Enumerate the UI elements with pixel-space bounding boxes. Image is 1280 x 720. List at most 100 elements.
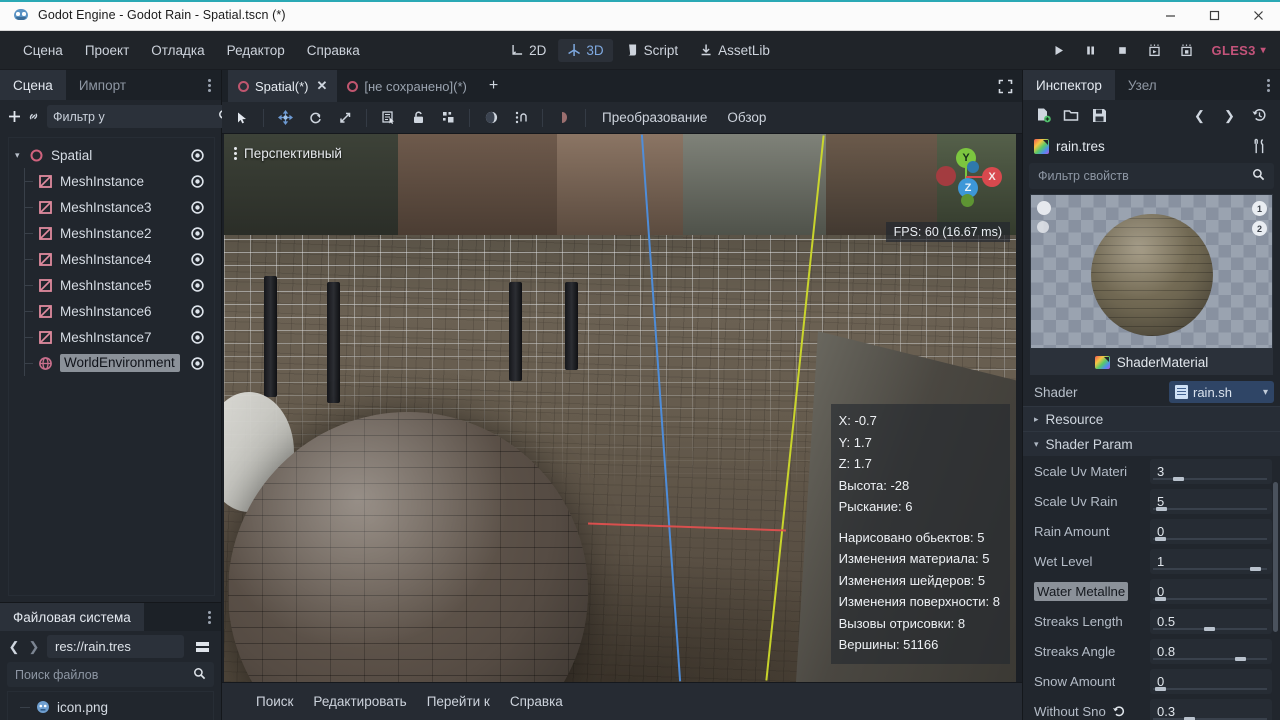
eye-icon[interactable] — [189, 147, 205, 163]
plus-icon[interactable] — [7, 105, 22, 129]
chevron-down-icon[interactable]: ▾ — [15, 150, 28, 161]
link-icon[interactable] — [26, 105, 41, 129]
scale-mode-icon[interactable] — [331, 105, 359, 131]
tree-node-worldenvironment[interactable]: WorldEnvironment — [9, 350, 214, 376]
filesystem-search-field[interactable] — [15, 667, 189, 682]
tree-node-meshinstance7[interactable]: MeshInstance7 — [9, 324, 214, 350]
section-shader-param[interactable]: ▾ Shader Param — [1023, 431, 1280, 456]
param-slider-field[interactable]: 0.3 — [1150, 698, 1272, 720]
chevron-right-icon[interactable]: ❯ — [27, 635, 41, 659]
play-icon[interactable] — [1044, 37, 1074, 63]
maximize-icon[interactable] — [1192, 0, 1236, 30]
param-slider-handle[interactable] — [1155, 686, 1167, 691]
filesystem-path[interactable]: res://rain.tres — [47, 635, 184, 658]
viewport-axis-gizmo[interactable]: Y X Z — [930, 142, 1002, 214]
param-slider-handle[interactable] — [1156, 506, 1168, 511]
rotate-mode-icon[interactable] — [301, 105, 329, 131]
param-slider-handle[interactable] — [1234, 656, 1246, 661]
mode-2d-button[interactable]: 2D — [501, 39, 555, 62]
pause-icon[interactable] — [1076, 37, 1106, 63]
mode-assetlib-button[interactable]: AssetLib — [690, 39, 779, 62]
section-resource[interactable]: ▸ Resource — [1023, 406, 1280, 431]
menu-editor[interactable]: Редактор — [216, 39, 296, 62]
param-slider-field[interactable]: 0 — [1150, 578, 1272, 604]
menu-scene[interactable]: Сцена — [12, 39, 74, 62]
minimize-icon[interactable] — [1148, 0, 1192, 30]
eye-icon[interactable] — [189, 173, 205, 189]
play-scene-icon[interactable] — [1140, 37, 1170, 63]
scene-tab-spatial[interactable]: Spatial(*) ✕ — [228, 70, 338, 102]
param-slider-field[interactable]: 5 — [1150, 488, 1272, 514]
tree-node-meshinstance4[interactable]: MeshInstance4 — [9, 246, 214, 272]
tree-node-spatial[interactable]: ▾ Spatial — [9, 142, 214, 168]
shader-value-picker[interactable]: rain.sh ▾ — [1169, 381, 1274, 403]
gizmo-axis-neg-x-handle[interactable] — [936, 166, 956, 186]
eye-icon[interactable] — [189, 225, 205, 241]
gizmo-axis-x-handle[interactable]: X — [982, 167, 1002, 187]
eye-icon[interactable] — [189, 251, 205, 267]
expand-icon[interactable] — [988, 70, 1022, 102]
tree-node-meshinstance2[interactable]: MeshInstance2 — [9, 220, 214, 246]
move-mode-icon[interactable] — [271, 105, 299, 131]
param-slider-field[interactable]: 3 — [1150, 458, 1272, 484]
tab-import[interactable]: Импорт — [66, 70, 139, 100]
tab-scene[interactable]: Сцена — [0, 70, 66, 100]
inspector-filter-input[interactable] — [1029, 163, 1274, 189]
menu-help[interactable]: Справка — [296, 39, 371, 62]
param-slider-handle[interactable] — [1183, 716, 1195, 720]
bottom-menu-help[interactable]: Справка — [510, 694, 563, 709]
inspector-scrollbar[interactable] — [1273, 482, 1278, 632]
scene-filter-input[interactable] — [47, 105, 237, 128]
material-preview[interactable]: 1 2 — [1030, 194, 1273, 349]
stop-icon[interactable] — [1108, 37, 1138, 63]
menu-debug[interactable]: Отладка — [140, 39, 215, 62]
param-slider-field[interactable]: 0.8 — [1150, 638, 1272, 664]
param-slider-field[interactable]: 0.5 — [1150, 608, 1272, 634]
param-slider-field[interactable]: 0 — [1150, 668, 1272, 694]
plus-icon[interactable]: + — [477, 70, 510, 102]
mode-script-button[interactable]: Script — [616, 39, 688, 62]
object-tools-icon[interactable] — [1250, 137, 1269, 156]
tab-node[interactable]: Узел — [1115, 70, 1170, 100]
filesystem-dock-menu-button[interactable] — [197, 603, 221, 631]
scene-filter-field[interactable] — [53, 109, 214, 124]
chevron-right-icon[interactable]: ❯ — [1220, 106, 1239, 125]
eye-icon[interactable] — [189, 303, 205, 319]
tree-node-meshinstance3[interactable]: MeshInstance3 — [9, 194, 214, 220]
bottom-menu-search[interactable]: Поиск — [256, 694, 293, 709]
chevron-left-icon[interactable]: ❮ — [7, 635, 21, 659]
tree-node-meshinstance6[interactable]: MeshInstance6 — [9, 298, 214, 324]
close-icon[interactable]: ✕ — [316, 78, 327, 94]
new-resource-icon[interactable] — [1034, 106, 1053, 125]
tab-inspector[interactable]: Инспектор — [1023, 70, 1115, 100]
viewport-menu-view[interactable]: Обзор — [718, 107, 775, 128]
preview-light-handle-1[interactable] — [1037, 201, 1051, 215]
history-icon[interactable] — [1250, 106, 1269, 125]
group-icon[interactable] — [434, 105, 462, 131]
param-slider-handle[interactable] — [1155, 536, 1167, 541]
split-mode-icon[interactable] — [190, 635, 214, 659]
ruler-icon[interactable] — [550, 105, 578, 131]
param-slider-handle[interactable] — [1204, 626, 1215, 631]
tree-node-meshinstance5[interactable]: MeshInstance5 — [9, 272, 214, 298]
gizmo-axis-neg-y-handle[interactable] — [961, 194, 974, 207]
param-slider-handle[interactable] — [1173, 476, 1185, 481]
gizmo-axis-neg-z-handle[interactable] — [967, 161, 979, 173]
list-select-icon[interactable] — [374, 105, 402, 131]
scene-dock-menu-button[interactable] — [197, 70, 221, 100]
3d-viewport[interactable]: Перспективный Y X Z FPS: 60 (16.67 ms) X… — [224, 134, 1016, 682]
param-slider-field[interactable]: 0 — [1150, 518, 1272, 544]
filesystem-search-input[interactable] — [7, 662, 214, 687]
scene-tab-unsaved[interactable]: [не сохранено](*) — [337, 70, 476, 102]
menu-project[interactable]: Проект — [74, 39, 140, 62]
param-slider-handle[interactable] — [1249, 566, 1261, 571]
chevron-left-icon[interactable]: ❮ — [1190, 106, 1209, 125]
mode-3d-button[interactable]: 3D — [558, 38, 613, 62]
tab-filesystem[interactable]: Файловая система — [0, 603, 144, 631]
param-slider-handle[interactable] — [1155, 596, 1167, 601]
param-slider-field[interactable]: 1 — [1150, 548, 1272, 574]
light-2-icon[interactable]: 2 — [1252, 221, 1267, 236]
viewport-menu-transform[interactable]: Преобразование — [593, 107, 716, 128]
bottom-menu-edit[interactable]: Редактировать — [313, 694, 406, 709]
play-custom-scene-icon[interactable] — [1172, 37, 1202, 63]
